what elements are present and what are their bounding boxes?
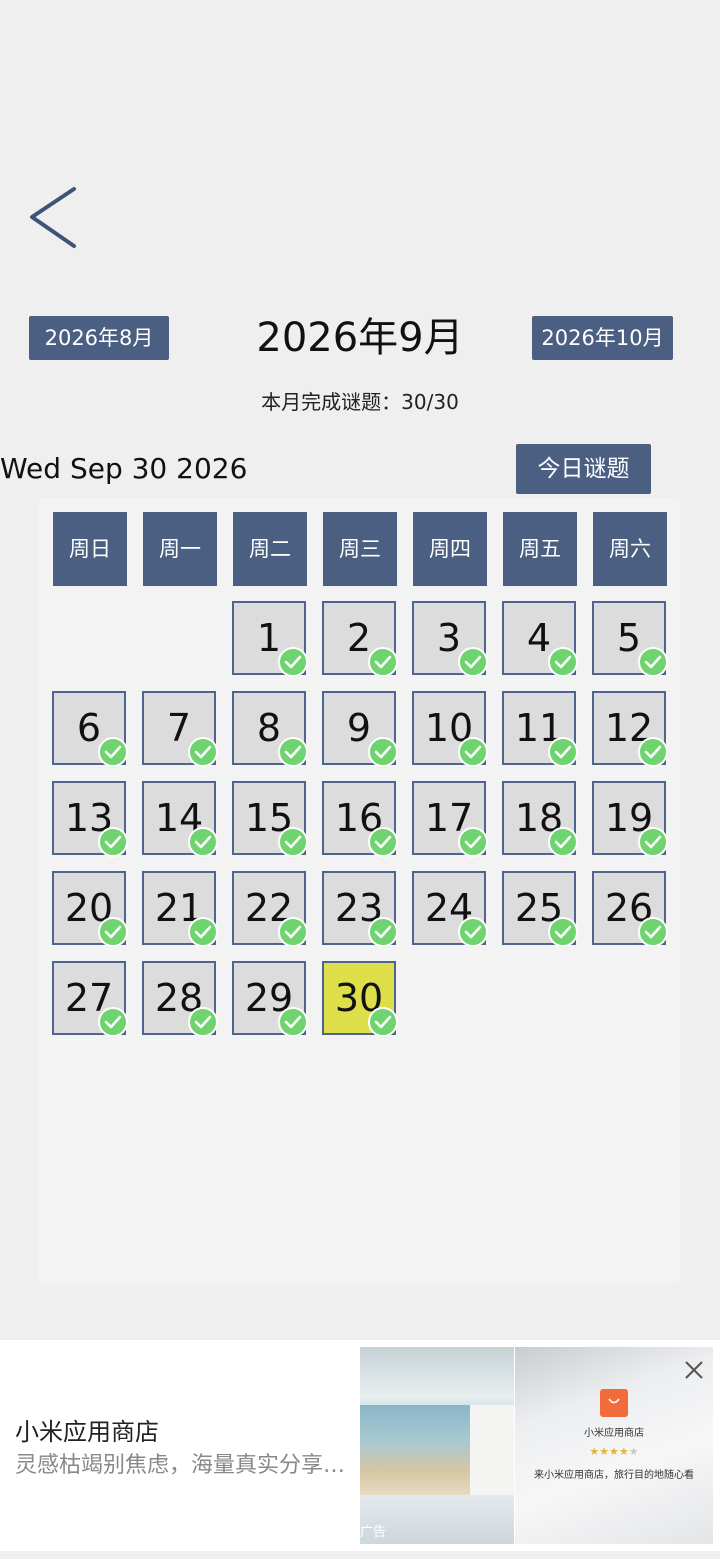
day-cell[interactable]: 8 [232, 691, 308, 767]
stars-filled: ★★★★ [589, 1445, 629, 1458]
shopping-bag-icon [600, 1389, 628, 1417]
back-button[interactable] [18, 180, 98, 260]
check-circle-icon [188, 827, 218, 857]
weekday-tue: 周二 [233, 512, 307, 586]
chevron-left-icon [30, 187, 76, 248]
day-cell[interactable]: 26 [592, 871, 668, 947]
day-cell[interactable]: 13 [52, 781, 128, 857]
check-circle-icon [278, 737, 308, 767]
today-puzzle-button[interactable]: 今日谜题 [516, 444, 651, 494]
ad-label: 广告 [360, 1525, 387, 1540]
month-progress: 本月完成谜题：30/30 [160, 386, 560, 418]
check-circle-icon [368, 1007, 398, 1037]
check-circle-icon [638, 917, 668, 947]
prev-month-button[interactable]: 2026年8月 [29, 316, 169, 360]
day-cell[interactable]: 11 [502, 691, 578, 767]
check-circle-icon [368, 737, 398, 767]
day-cell[interactable]: 1 [232, 601, 308, 677]
check-circle-icon [458, 647, 488, 677]
day-cell[interactable]: 28 [142, 961, 218, 1037]
weekday-fri: 周五 [503, 512, 577, 586]
rating-stars: ★★★★★ [515, 1445, 713, 1459]
next-month-button[interactable]: 2026年10月 [532, 316, 673, 360]
check-circle-icon [368, 647, 398, 677]
day-cell[interactable]: 10 [412, 691, 488, 767]
day-cell[interactable]: 17 [412, 781, 488, 857]
day-cell[interactable]: 29 [232, 961, 308, 1037]
day-cell[interactable]: 19 [592, 781, 668, 857]
day-cell[interactable]: 21 [142, 871, 218, 947]
day-cell[interactable]: 27 [52, 961, 128, 1037]
check-circle-icon [98, 737, 128, 767]
check-circle-icon [188, 917, 218, 947]
ad-image: 广告 [360, 1347, 514, 1544]
selected-date: Wed Sep 30 2026 [0, 452, 248, 485]
close-icon[interactable] [683, 1359, 705, 1381]
day-cell[interactable]: 5 [592, 601, 668, 677]
day-cell[interactable]: 2 [322, 601, 398, 677]
day-cell[interactable]: 15 [232, 781, 308, 857]
day-cell[interactable]: 20 [52, 871, 128, 947]
ad-app-name: 小米应用商店 [584, 1428, 644, 1439]
day-cell[interactable]: 6 [52, 691, 128, 767]
weekday-mon: 周一 [143, 512, 217, 586]
stars-empty: ★ [628, 1445, 639, 1458]
check-circle-icon [458, 917, 488, 947]
check-circle-icon [188, 1007, 218, 1037]
check-circle-icon [278, 1007, 308, 1037]
day-cell[interactable]: 16 [322, 781, 398, 857]
check-circle-icon [98, 917, 128, 947]
check-circle-icon [638, 827, 668, 857]
day-cell[interactable]: 23 [322, 871, 398, 947]
weekday-thu: 周四 [413, 512, 487, 586]
day-cell[interactable]: 14 [142, 781, 218, 857]
day-cell[interactable]: 4 [502, 601, 578, 677]
ad-description: 灵感枯竭别焦虑，海量真实分享… [15, 1453, 345, 1478]
ad-banner[interactable]: 小米应用商店 灵感枯竭别焦虑，海量真实分享… 广告 小米应用商店 ★★★★★ 来… [0, 1340, 720, 1551]
progress-value: 30/30 [401, 390, 459, 414]
day-cell[interactable]: 25 [502, 871, 578, 947]
check-circle-icon [278, 917, 308, 947]
day-cell[interactable]: 24 [412, 871, 488, 947]
weekday-sat: 周六 [593, 512, 667, 586]
progress-label: 本月完成谜题： [261, 390, 402, 414]
day-cell[interactable]: 7 [142, 691, 218, 767]
month-title: 2026年9月 [256, 315, 464, 361]
check-circle-icon [458, 737, 488, 767]
ad-title: 小米应用商店 [15, 1418, 159, 1446]
check-circle-icon [548, 827, 578, 857]
check-circle-icon [98, 827, 128, 857]
check-circle-icon [638, 647, 668, 677]
day-cell[interactable]: 22 [232, 871, 308, 947]
check-circle-icon [458, 827, 488, 857]
beach-photo [360, 1405, 470, 1495]
check-circle-icon [368, 917, 398, 947]
check-circle-icon [548, 647, 578, 677]
day-cell[interactable]: 18 [502, 781, 578, 857]
day-cell-today[interactable]: 30 [322, 961, 398, 1037]
check-circle-icon [188, 737, 218, 767]
check-circle-icon [278, 827, 308, 857]
check-circle-icon [98, 1007, 128, 1037]
ad-card: 小米应用商店 ★★★★★ 来小米应用商店，旅行目的地随心看 [515, 1347, 713, 1544]
day-cell[interactable]: 12 [592, 691, 668, 767]
ad-slogan: 来小米应用商店，旅行目的地随心看 [534, 1470, 694, 1481]
weekday-sun: 周日 [53, 512, 127, 586]
check-circle-icon [368, 827, 398, 857]
check-circle-icon [278, 647, 308, 677]
day-cell[interactable]: 9 [322, 691, 398, 767]
check-circle-icon [548, 737, 578, 767]
day-cell[interactable]: 3 [412, 601, 488, 677]
check-circle-icon [548, 917, 578, 947]
weekday-wed: 周三 [323, 512, 397, 586]
ad-image-panel [470, 1405, 514, 1495]
check-circle-icon [638, 737, 668, 767]
